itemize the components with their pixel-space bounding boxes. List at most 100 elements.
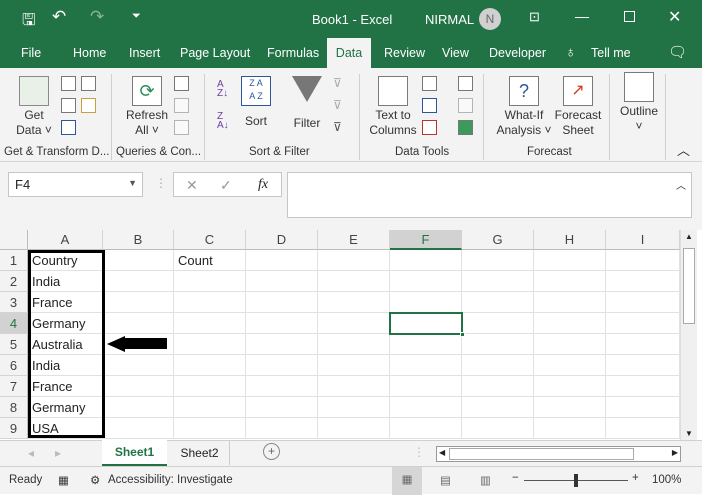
zoom-slider-thumb[interactable] (574, 474, 578, 487)
sort-z-a-icon[interactable]: Z A↓ (217, 112, 229, 131)
cell-G7[interactable] (462, 376, 534, 397)
scroll-thumb[interactable] (683, 248, 695, 324)
sheet-tab-sheet2[interactable]: Sheet2 (170, 441, 230, 465)
cell-C1[interactable]: Count (174, 250, 246, 271)
cell-B2[interactable] (103, 271, 174, 292)
row-header-9[interactable]: 9 (0, 418, 28, 439)
tab-page-layout[interactable]: Page Layout (180, 38, 250, 68)
scroll-up-icon[interactable]: ▲ (685, 232, 693, 241)
normal-view-icon[interactable]: ▦ (392, 467, 422, 495)
tab-data[interactable]: Data (327, 38, 371, 68)
redo-icon[interactable]: ↷ (90, 7, 104, 27)
cell-B1[interactable] (103, 250, 174, 271)
tab-view[interactable]: View (442, 38, 469, 68)
cell-H7[interactable] (534, 376, 606, 397)
cell-G4[interactable] (462, 313, 534, 334)
clear-filter-icon[interactable]: ⊽ (333, 76, 342, 90)
get-data-button[interactable]: Get Data ˅ (12, 76, 56, 138)
cell-B9[interactable] (103, 418, 174, 439)
from-text-icon[interactable] (61, 76, 76, 91)
advanced-filter-icon[interactable]: ⊽ (333, 120, 342, 134)
cell-D6[interactable] (246, 355, 318, 376)
cell-I1[interactable] (606, 250, 680, 271)
row-header-8[interactable]: 8 (0, 397, 28, 418)
split-handle-icon[interactable]: ⋮ (413, 445, 425, 459)
cell-I7[interactable] (606, 376, 680, 397)
cell-E8[interactable] (318, 397, 390, 418)
cell-H6[interactable] (534, 355, 606, 376)
scroll-left-icon[interactable]: ◀ (439, 448, 445, 457)
cancel-icon[interactable]: ✕ (186, 177, 198, 194)
vertical-scrollbar[interactable]: ▲ ▼ (680, 230, 697, 440)
data-validation-icon[interactable] (422, 120, 437, 135)
cell-E6[interactable] (318, 355, 390, 376)
text-to-columns-button[interactable]: Text to Columns (367, 76, 419, 138)
insert-function-icon[interactable]: fx (258, 177, 268, 193)
cell-G9[interactable] (462, 418, 534, 439)
row-header-2[interactable]: 2 (0, 271, 28, 292)
undo-icon[interactable]: ↶ (52, 7, 66, 27)
cell-G3[interactable] (462, 292, 534, 313)
cell-E2[interactable] (318, 271, 390, 292)
cell-C4[interactable] (174, 313, 246, 334)
forecast-sheet-button[interactable]: ↗ Forecast Sheet (553, 76, 603, 138)
cell-C9[interactable] (174, 418, 246, 439)
cell-B8[interactable] (103, 397, 174, 418)
from-table-icon[interactable] (61, 120, 76, 135)
save-icon[interactable]: 🖫 (22, 9, 36, 36)
column-header-F[interactable]: F (390, 230, 462, 250)
cell-C2[interactable] (174, 271, 246, 292)
selected-cell-F4[interactable] (389, 312, 465, 337)
cell-E1[interactable] (318, 250, 390, 271)
next-sheet-icon[interactable]: ▸ (55, 446, 61, 460)
cell-B7[interactable] (103, 376, 174, 397)
column-header-H[interactable]: H (534, 230, 606, 250)
cell-I4[interactable] (606, 313, 680, 334)
cell-F5[interactable] (390, 334, 462, 355)
cell-E4[interactable] (318, 313, 390, 334)
column-header-A[interactable]: A (28, 230, 103, 250)
chevron-down-icon[interactable]: ▼ (128, 178, 137, 188)
cell-F7[interactable] (390, 376, 462, 397)
row-header-5[interactable]: 5 (0, 334, 28, 355)
cell-H4[interactable] (534, 313, 606, 334)
reapply-icon[interactable]: ⊽ (333, 98, 342, 112)
zoom-in-button[interactable]: + (632, 472, 639, 484)
consolidate-icon[interactable] (458, 76, 473, 91)
row-header-6[interactable]: 6 (0, 355, 28, 376)
cell-E5[interactable] (318, 334, 390, 355)
flash-fill-icon[interactable] (422, 76, 437, 91)
cell-F1[interactable] (390, 250, 462, 271)
scroll-right-icon[interactable]: ▶ (672, 448, 678, 457)
recent-sources-icon[interactable] (81, 76, 96, 91)
column-header-D[interactable]: D (246, 230, 318, 250)
cell-I2[interactable] (606, 271, 680, 292)
cell-H8[interactable] (534, 397, 606, 418)
remove-duplicates-icon[interactable] (422, 98, 437, 113)
collapse-ribbon-icon[interactable]: ︿ (677, 140, 690, 159)
cell-G2[interactable] (462, 271, 534, 292)
ribbon-display-icon[interactable]: ⊡ (529, 9, 540, 25)
zoom-level[interactable]: 100% (652, 474, 681, 486)
cell-H1[interactable] (534, 250, 606, 271)
data-model-icon[interactable] (458, 120, 473, 135)
customize-toolbar-icon[interactable]: ⏷ (132, 10, 141, 23)
cell-I9[interactable] (606, 418, 680, 439)
row-header-1[interactable]: 1 (0, 250, 28, 271)
cell-F9[interactable] (390, 418, 462, 439)
add-sheet-icon[interactable]: + (263, 443, 280, 460)
zoom-out-button[interactable]: − (512, 472, 519, 484)
cell-F6[interactable] (390, 355, 462, 376)
cell-C8[interactable] (174, 397, 246, 418)
cell-D3[interactable] (246, 292, 318, 313)
column-header-E[interactable]: E (318, 230, 390, 250)
tab-file[interactable]: File (21, 38, 41, 68)
macro-recording-icon[interactable]: ▦ (58, 473, 69, 487)
cell-F3[interactable] (390, 292, 462, 313)
cell-F2[interactable] (390, 271, 462, 292)
refresh-all-button[interactable]: ⟳ Refresh All ˅ (124, 76, 170, 138)
sort-a-z-icon[interactable]: A Z↓ (217, 80, 228, 99)
cell-I8[interactable] (606, 397, 680, 418)
avatar[interactable]: N (479, 8, 501, 30)
minimize-icon[interactable]: — (575, 8, 589, 24)
